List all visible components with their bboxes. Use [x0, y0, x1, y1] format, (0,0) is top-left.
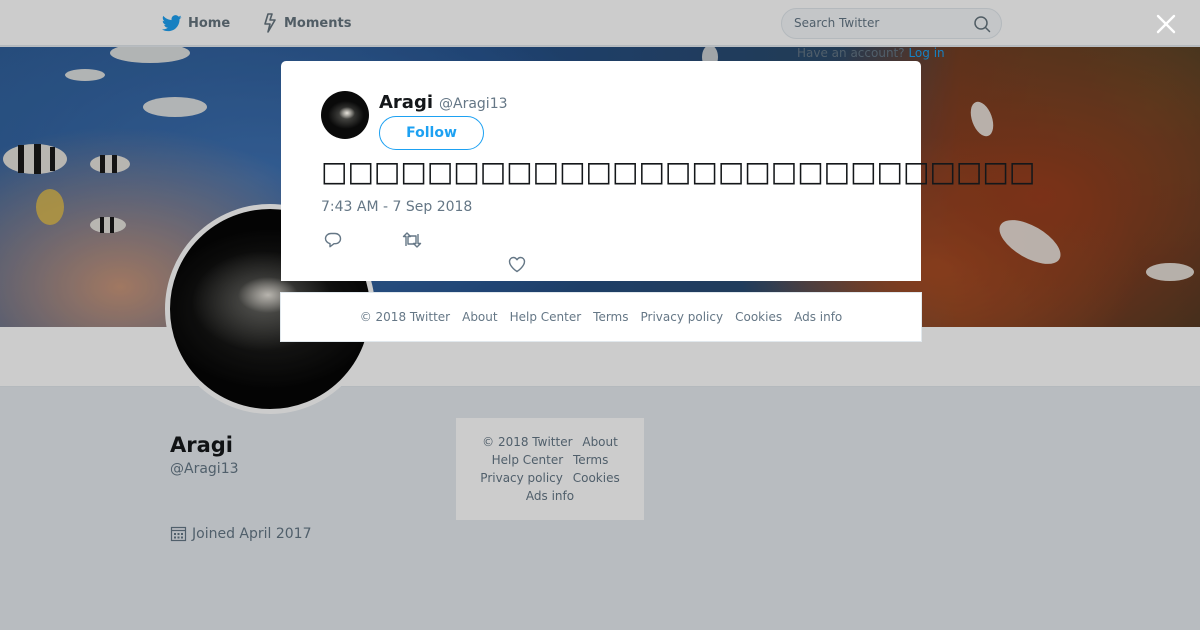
modal-footer: © 2018 Twitter About Help Center Terms P… — [280, 292, 922, 342]
tweet-text: □□□□□□□□□□□□□□□□□□□□□□□□□□□ — [321, 155, 1036, 188]
heart-icon[interactable] — [508, 256, 526, 273]
footer-about[interactable]: About — [462, 310, 497, 324]
tweet-author-handle[interactable]: @Aragi13 — [439, 96, 508, 112]
follow-button[interactable]: Follow — [379, 116, 484, 150]
footer-copyright: © 2018 Twitter — [359, 310, 451, 324]
tweet-author-avatar[interactable] — [321, 91, 369, 139]
tweet-author-name[interactable]: Aragi — [379, 92, 433, 113]
footer-ads-info[interactable]: Ads info — [794, 310, 842, 324]
footer-privacy-policy[interactable]: Privacy policy — [641, 310, 724, 324]
tweet-modal: Aragi @Aragi13 Follow □□□□□□□□□□□□□□□□□□… — [281, 61, 1035, 281]
close-icon[interactable] — [1154, 12, 1178, 36]
footer-cookies[interactable]: Cookies — [735, 310, 782, 324]
reply-icon[interactable] — [324, 232, 342, 248]
retweet-icon[interactable] — [402, 232, 422, 248]
tweet-timestamp[interactable]: 7:43 AM - 7 Sep 2018 — [321, 199, 472, 215]
footer-terms[interactable]: Terms — [593, 310, 628, 324]
footer-help-center[interactable]: Help Center — [510, 310, 582, 324]
